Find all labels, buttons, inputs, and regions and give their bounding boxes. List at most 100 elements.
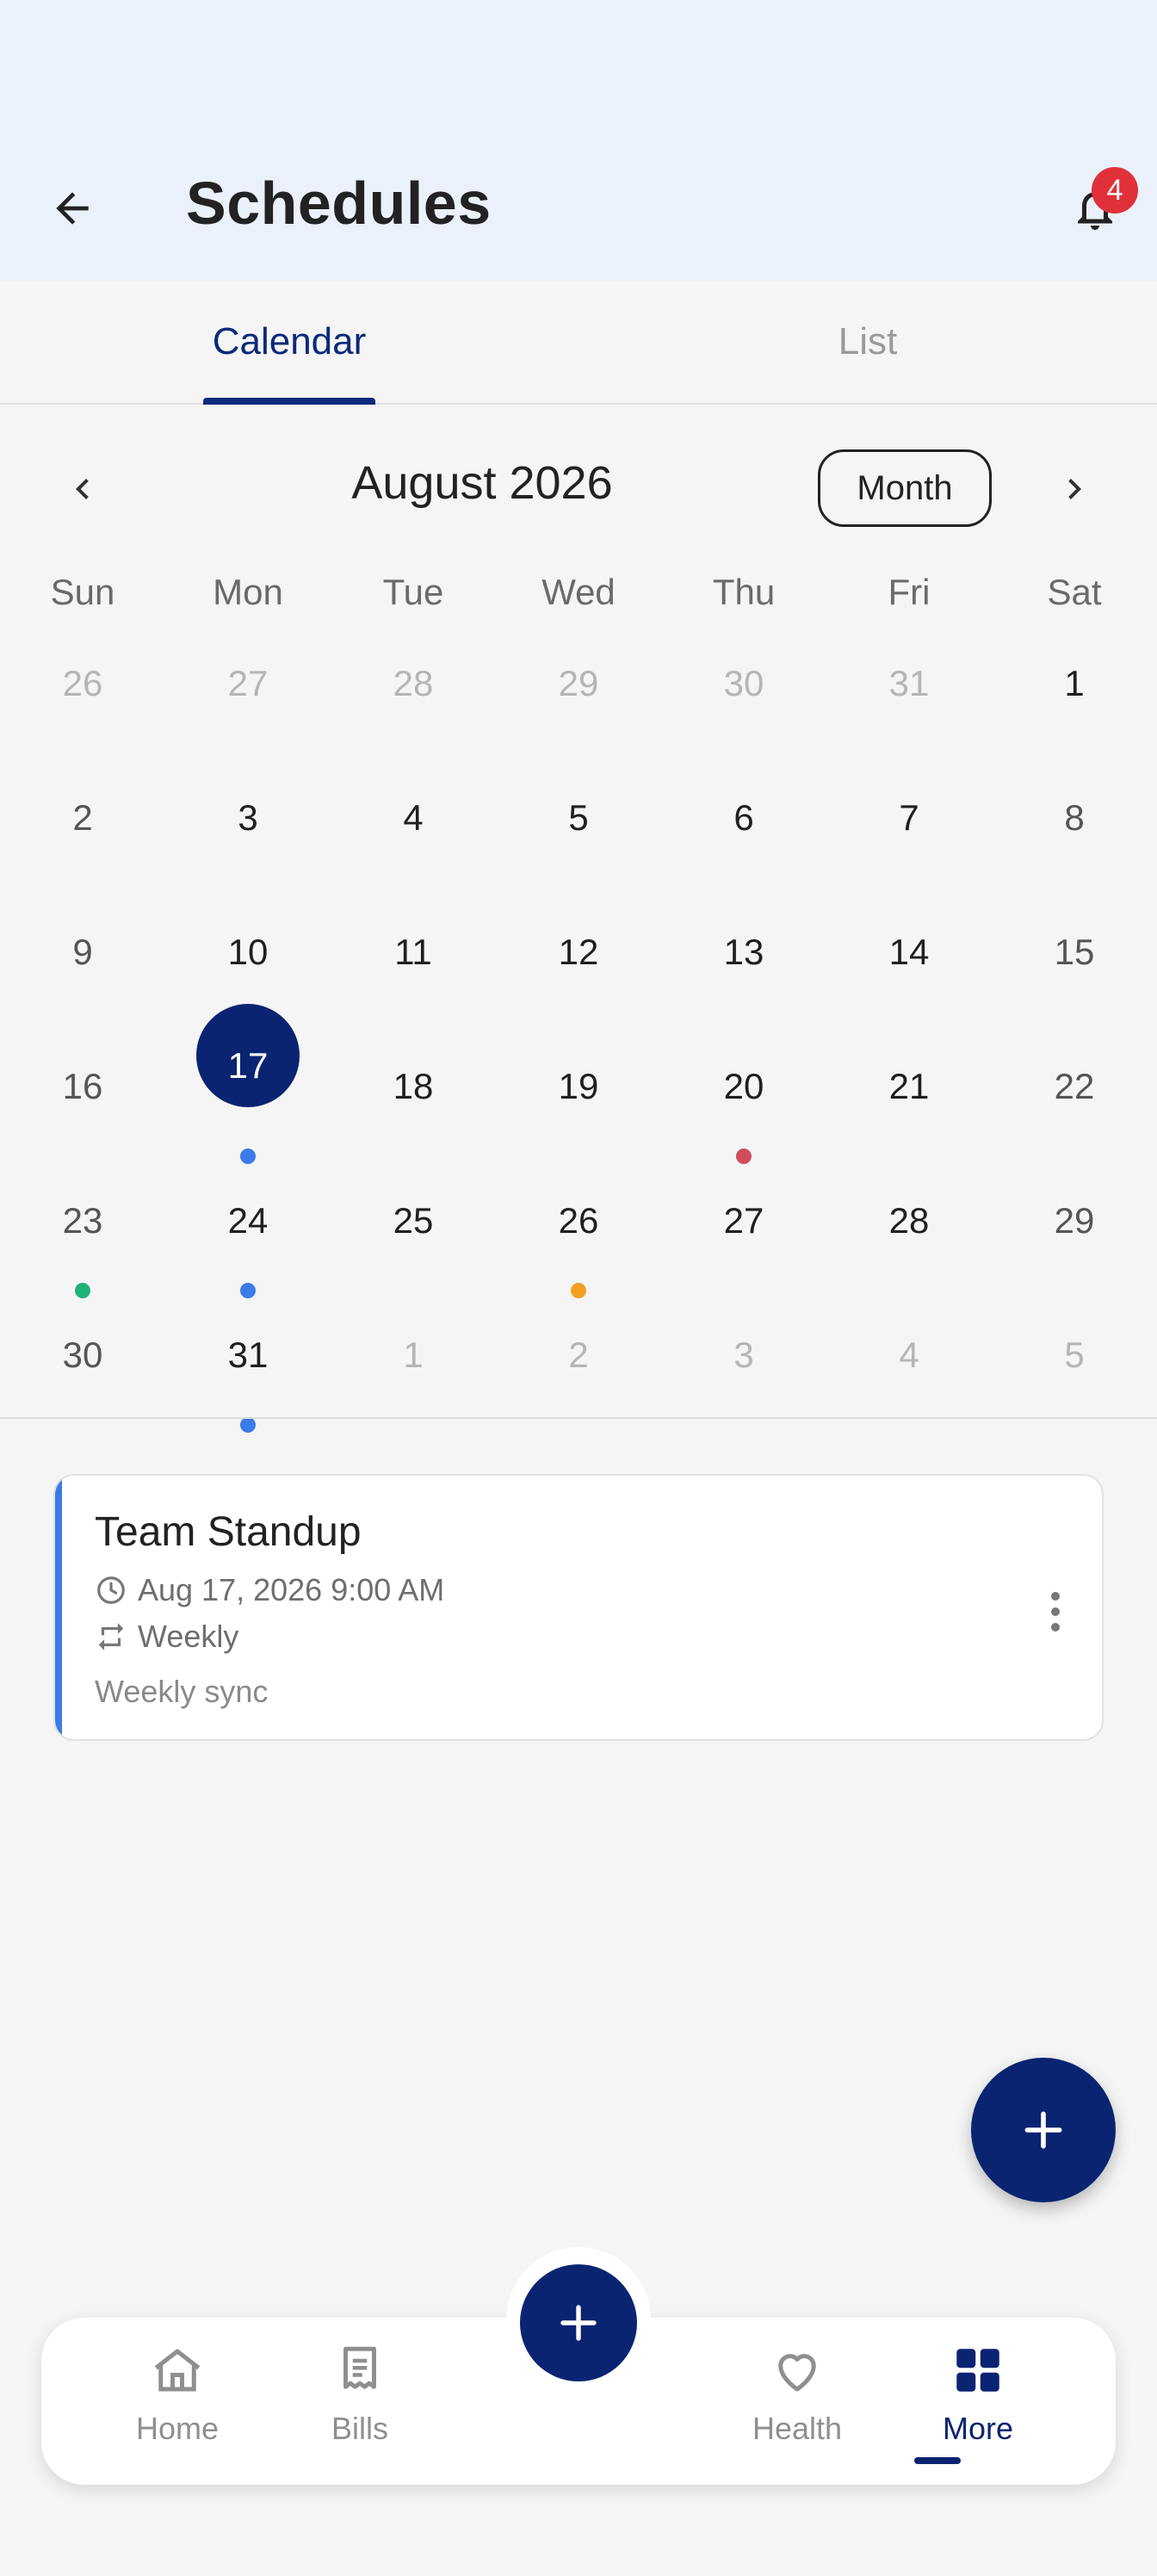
nav-label: Bills bbox=[331, 2411, 388, 2446]
calendar-day[interactable]: 3 bbox=[661, 1316, 826, 1450]
center-add-button[interactable] bbox=[520, 2264, 637, 2381]
calendar-day[interactable]: 2 bbox=[496, 1316, 661, 1450]
calendar-day[interactable]: 6 bbox=[661, 778, 826, 913]
clock-icon bbox=[97, 1576, 125, 1604]
calendar-day[interactable]: 7 bbox=[826, 778, 992, 913]
calendar-day[interactable]: 27 bbox=[165, 644, 331, 778]
nav-item-bills[interactable]: Bills bbox=[291, 2342, 429, 2462]
day-number: 16 bbox=[62, 1066, 103, 1106]
view-mode-toggle[interactable]: Month bbox=[818, 449, 992, 527]
day-number: 9 bbox=[72, 932, 93, 972]
calendar-day[interactable]: 14 bbox=[826, 913, 992, 1047]
calendar-day-selected[interactable]: 17 bbox=[165, 1004, 331, 1181]
calendar-day[interactable]: 29 bbox=[496, 644, 661, 778]
calendar-day[interactable]: 1 bbox=[331, 1316, 496, 1450]
calendar-day[interactable]: 28 bbox=[826, 1181, 992, 1316]
day-number: 29 bbox=[558, 663, 599, 703]
calendar-day[interactable]: 20 bbox=[661, 1047, 826, 1181]
calendar-day[interactable]: 13 bbox=[661, 913, 826, 1047]
plus-icon bbox=[1024, 2111, 1062, 2149]
event-dot bbox=[571, 1283, 586, 1298]
day-number: 27 bbox=[227, 663, 269, 703]
day-number: 18 bbox=[393, 1066, 434, 1106]
day-number: 6 bbox=[733, 797, 754, 838]
calendar-day[interactable]: 4 bbox=[331, 778, 496, 913]
calendar-day[interactable]: 26 bbox=[496, 1181, 661, 1316]
more-vertical-icon[interactable] bbox=[1038, 1577, 1073, 1646]
calendar-day[interactable]: 25 bbox=[331, 1181, 496, 1316]
calendar-day[interactable]: 3 bbox=[165, 778, 331, 913]
day-number: 5 bbox=[568, 797, 589, 838]
day-number: 30 bbox=[723, 663, 764, 703]
day-number: 26 bbox=[62, 663, 103, 703]
tab-calendar[interactable]: Calendar bbox=[0, 281, 578, 403]
calendar-day[interactable]: 28 bbox=[331, 644, 496, 778]
calendar-day[interactable]: 27 bbox=[661, 1181, 826, 1316]
day-number: 3 bbox=[733, 1334, 754, 1375]
repeat-icon bbox=[98, 1623, 124, 1650]
day-number: 31 bbox=[227, 1334, 269, 1375]
calendar-day[interactable]: 29 bbox=[992, 1181, 1157, 1316]
day-number: 19 bbox=[558, 1066, 599, 1106]
calendar-day[interactable]: 4 bbox=[826, 1316, 992, 1450]
weekday-label: Tue bbox=[382, 572, 444, 612]
back-button[interactable] bbox=[38, 174, 107, 243]
event-datetime: Aug 17, 2026 9:00 AM bbox=[138, 1572, 445, 1607]
event-dot bbox=[240, 1417, 256, 1433]
calendar-day[interactable]: 11 bbox=[331, 913, 496, 1047]
nav-item-health[interactable]: Health bbox=[728, 2342, 866, 2462]
calendar-day[interactable]: 19 bbox=[496, 1047, 661, 1181]
calendar-day[interactable]: 18 bbox=[331, 1047, 496, 1181]
calendar-day[interactable]: 23 bbox=[0, 1181, 165, 1316]
calendar-divider bbox=[0, 1417, 1157, 1419]
event-accent-bar bbox=[55, 1476, 62, 1739]
day-number: 11 bbox=[394, 932, 432, 972]
calendar-grid: 26 27 28 29 30 31 1 2 3 4 5 6 7 8 9 10 1… bbox=[0, 644, 1157, 1450]
nav-label: Health bbox=[752, 2411, 843, 2446]
event-description: Weekly sync bbox=[95, 1674, 269, 1709]
calendar-day[interactable]: 15 bbox=[992, 913, 1157, 1047]
weekday-label: Thu bbox=[712, 572, 776, 612]
calendar-day[interactable]: 30 bbox=[661, 644, 826, 778]
day-number: 24 bbox=[227, 1200, 269, 1241]
calendar-day[interactable]: 31 bbox=[165, 1316, 331, 1450]
calendar-day[interactable]: 12 bbox=[496, 913, 661, 1047]
calendar-day[interactable]: 8 bbox=[992, 778, 1157, 913]
event-recurrence-row: Weekly bbox=[95, 1619, 238, 1655]
nav-label: More bbox=[942, 2411, 1014, 2446]
chevron-right-icon bbox=[1068, 479, 1081, 499]
calendar-week: 9 10 11 12 13 14 15 bbox=[0, 913, 1157, 1047]
tab-list[interactable]: List bbox=[578, 281, 1157, 403]
add-schedule-button[interactable] bbox=[971, 2058, 1116, 2202]
month-title: August 2026 bbox=[351, 457, 613, 509]
calendar-day[interactable]: 2 bbox=[0, 778, 165, 913]
nav-item-home[interactable]: Home bbox=[108, 2342, 246, 2462]
calendar-week: 2 3 4 5 6 7 8 bbox=[0, 778, 1157, 913]
calendar-day[interactable]: 9 bbox=[0, 913, 165, 1047]
calendar-day[interactable]: 26 bbox=[0, 644, 165, 778]
day-number: 26 bbox=[558, 1200, 599, 1241]
calendar-day[interactable]: 1 bbox=[992, 644, 1157, 778]
receipt-icon bbox=[343, 2346, 376, 2389]
nav-item-more[interactable]: More bbox=[909, 2342, 1047, 2462]
app-header: Schedules 4 bbox=[0, 0, 1157, 281]
calendar-day[interactable]: 5 bbox=[992, 1316, 1157, 1450]
calendar-day[interactable]: 24 bbox=[165, 1181, 331, 1316]
calendar-day[interactable]: 16 bbox=[0, 1047, 165, 1181]
previous-month-button[interactable] bbox=[48, 455, 117, 523]
day-number: 21 bbox=[888, 1066, 930, 1106]
calendar-day[interactable]: 5 bbox=[496, 778, 661, 913]
plus-icon bbox=[560, 2305, 597, 2341]
day-number: 28 bbox=[393, 663, 434, 703]
weekday-label: Fri bbox=[888, 572, 931, 612]
event-recurrence: Weekly bbox=[138, 1619, 239, 1654]
next-month-button[interactable] bbox=[1040, 455, 1109, 523]
calendar-day[interactable]: 30 bbox=[0, 1316, 165, 1450]
calendar-day[interactable]: 22 bbox=[992, 1047, 1157, 1181]
event-card[interactable]: Team Standup Aug 17, 2026 9:00 AM Weekly… bbox=[53, 1474, 1104, 1741]
day-number: 30 bbox=[62, 1334, 103, 1375]
page-title: Schedules bbox=[186, 170, 492, 237]
notification-badge: 4 bbox=[1092, 167, 1138, 214]
calendar-day[interactable]: 21 bbox=[826, 1047, 992, 1181]
calendar-day[interactable]: 31 bbox=[826, 644, 992, 778]
